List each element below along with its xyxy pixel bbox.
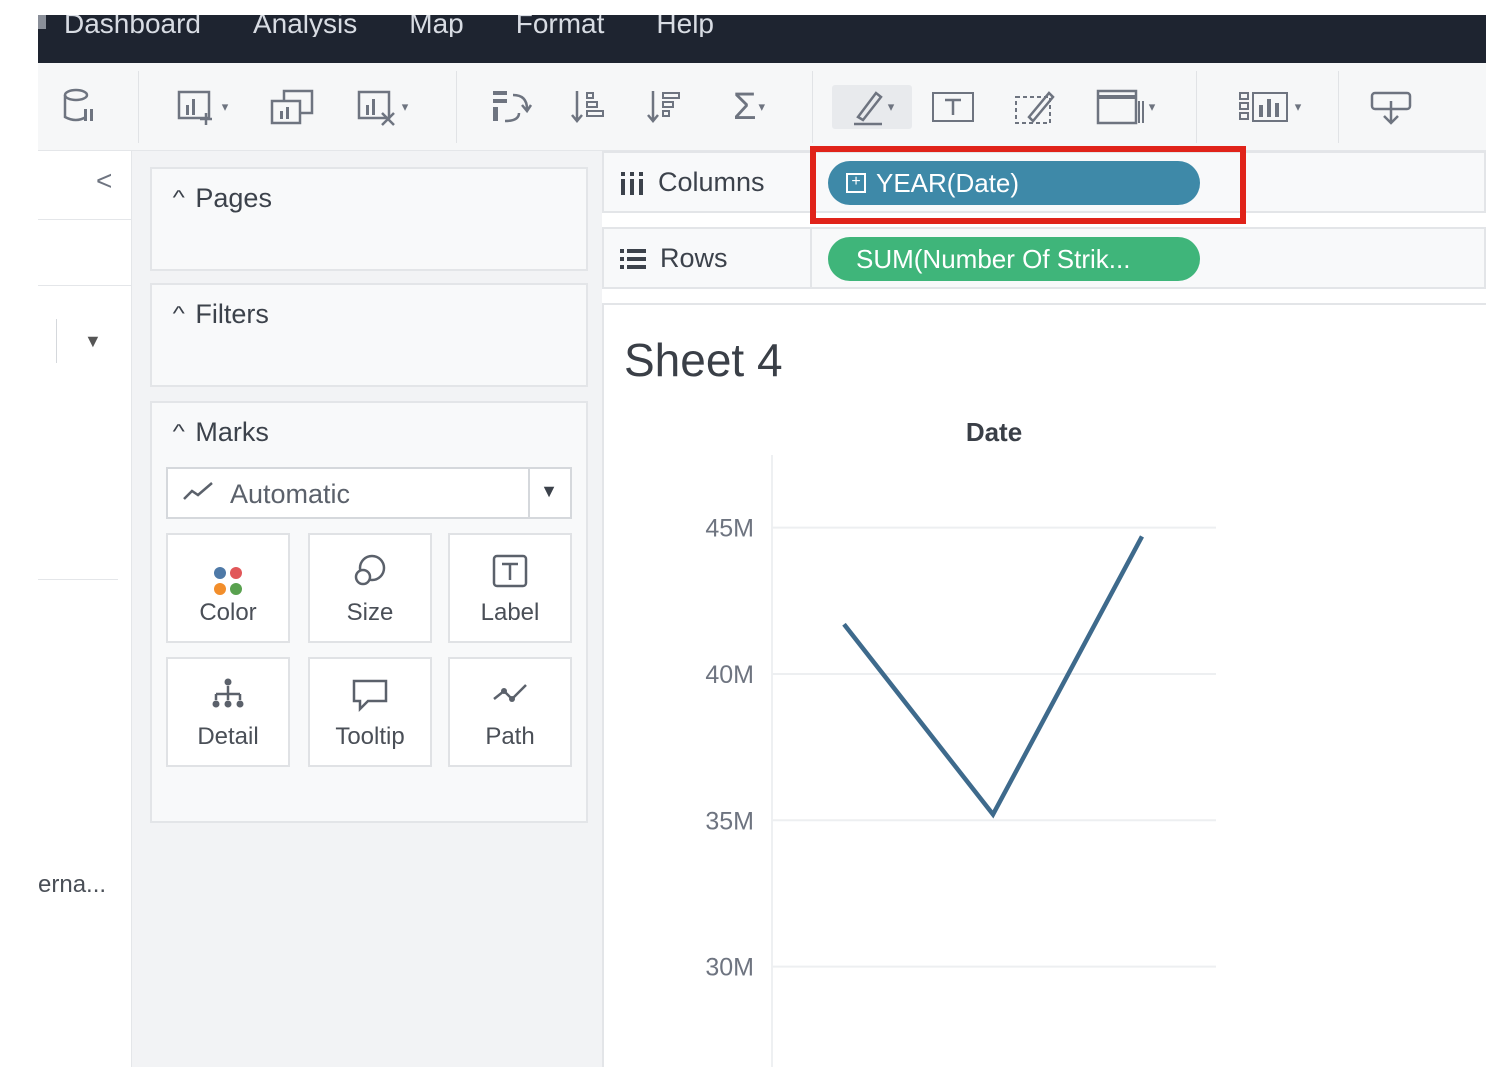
- line-chart: Date 45M 40M 35M 30M: [705, 417, 1216, 1067]
- rows-shelf[interactable]: Rows SUM(Number Of Strik...: [602, 227, 1486, 289]
- columns-shelf-label: Columns: [618, 167, 765, 198]
- worksheet-view: Sheet 4 Date 45M 40M 35M 30M: [602, 303, 1486, 1067]
- presentation-icon[interactable]: [1366, 85, 1416, 129]
- toolbar-separator: [138, 71, 139, 143]
- toolbar-separator: [812, 71, 813, 143]
- rows-icon: [620, 248, 646, 269]
- path-button[interactable]: Path: [448, 657, 572, 767]
- cards-column: ^ Pages ^ Filters ^ Marks Automatic ▼ Co…: [132, 151, 602, 1067]
- filters-title: Filters: [195, 299, 269, 329]
- menu-map[interactable]: Map: [383, 15, 489, 37]
- divider: [38, 219, 132, 220]
- field-name-truncated[interactable]: erna...: [38, 871, 106, 899]
- sum-strikes-pill[interactable]: SUM(Number Of Strik...: [828, 237, 1200, 281]
- color-label: Color: [199, 599, 257, 626]
- menu-format[interactable]: Format: [490, 15, 631, 37]
- label-button[interactable]: Label: [448, 533, 572, 643]
- label-t-icon[interactable]: [928, 85, 978, 129]
- tooltip-bubble-icon: [310, 677, 430, 721]
- mark-type-value: Automatic: [230, 479, 351, 509]
- new-worksheet-icon[interactable]: ▾: [170, 85, 234, 129]
- mark-type-dropdown[interactable]: Automatic ▼: [166, 467, 572, 519]
- color-button[interactable]: Color: [166, 533, 290, 643]
- marks-card: ^ Marks Automatic ▼ Color Size Label Det…: [150, 401, 588, 823]
- highlight-box: [810, 146, 1246, 224]
- toolbar-separator: [1196, 71, 1197, 143]
- toolbar-separator: [1338, 71, 1339, 143]
- totals-sigma-icon[interactable]: Σ ▾: [720, 85, 778, 129]
- color-dots-icon: [168, 553, 288, 595]
- label-t-icon: [450, 553, 570, 597]
- filters-card-header[interactable]: ^ Filters: [173, 299, 269, 330]
- columns-icon: [621, 171, 643, 195]
- y-tick-label: 45M: [705, 515, 754, 543]
- chevron-up-icon[interactable]: ^: [173, 421, 185, 444]
- dropdown-separator: [56, 319, 57, 363]
- size-circles-icon: [310, 553, 430, 597]
- y-tick-label: 30M: [705, 954, 754, 982]
- menu-dashboard[interactable]: Dashboard: [38, 15, 227, 37]
- duplicate-sheet-icon[interactable]: [264, 85, 320, 129]
- annotate-icon[interactable]: [1010, 85, 1060, 129]
- marks-card-header[interactable]: ^ Marks: [173, 417, 269, 448]
- detail-tree-icon: [168, 677, 288, 721]
- dropdown-separator: [528, 469, 530, 517]
- divider: [38, 285, 132, 286]
- line-mark-icon: [183, 482, 213, 500]
- fit-view-icon[interactable]: ▾: [1084, 85, 1166, 129]
- marks-title: Marks: [195, 417, 269, 447]
- toolbar-separator: [456, 71, 457, 143]
- pages-card-header[interactable]: ^ Pages: [173, 183, 272, 214]
- label-label: Label: [480, 599, 540, 626]
- menu-help[interactable]: Help: [630, 15, 740, 37]
- menu-bar: Dashboard Analysis Map Format Help: [38, 15, 1486, 63]
- tooltip-label: Tooltip: [335, 723, 405, 750]
- rows-shelf-label: Rows: [618, 243, 728, 274]
- menu-edge-fragment: [38, 15, 46, 29]
- shelf-divider: [810, 229, 812, 287]
- series-line: [842, 535, 1144, 819]
- y-tick-label: 40M: [705, 661, 754, 689]
- columns-label: Columns: [658, 167, 765, 197]
- y-tick-label: 35M: [705, 807, 754, 835]
- chevron-down-icon[interactable]: ▼: [540, 481, 558, 502]
- chevron-up-icon[interactable]: ^: [173, 303, 185, 326]
- highlight-pen-icon[interactable]: ▾: [832, 85, 912, 129]
- detail-label: Detail: [197, 723, 259, 750]
- column-header-date: Date: [966, 417, 1022, 447]
- divider: [38, 579, 118, 580]
- size-label: Size: [346, 599, 394, 626]
- pages-title: Pages: [195, 183, 272, 213]
- show-me-icon[interactable]: ▾: [1224, 85, 1314, 129]
- size-button[interactable]: Size: [308, 533, 432, 643]
- rows-label: Rows: [660, 243, 728, 273]
- sort-descending-icon[interactable]: [642, 85, 688, 129]
- chevron-down-icon[interactable]: ▼: [84, 331, 102, 352]
- pages-card[interactable]: ^ Pages: [150, 167, 588, 271]
- tooltip-button[interactable]: Tooltip: [308, 657, 432, 767]
- path-line-icon: [450, 677, 570, 721]
- swap-rows-columns-icon[interactable]: [486, 85, 536, 129]
- toolbar: ▾ ▾ Σ ▾ ▾ ▾ ▾: [38, 63, 1486, 151]
- detail-button[interactable]: Detail: [166, 657, 290, 767]
- datasource-pause-icon[interactable]: [58, 85, 102, 129]
- menu-analysis[interactable]: Analysis: [227, 15, 383, 37]
- sum-strikes-pill-label: SUM(Number Of Strik...: [856, 243, 1131, 274]
- filters-card[interactable]: ^ Filters: [150, 283, 588, 387]
- collapse-pane-icon[interactable]: <: [96, 165, 112, 197]
- path-label: Path: [485, 723, 535, 750]
- clear-sheet-icon[interactable]: ▾: [346, 85, 418, 129]
- chevron-up-icon[interactable]: ^: [173, 187, 185, 210]
- tableau-window: Dashboard Analysis Map Format Help ▾ ▾ Σ…: [38, 15, 1486, 1067]
- data-pane: < ▼ erna...: [38, 151, 132, 1067]
- sort-ascending-icon[interactable]: [566, 85, 612, 129]
